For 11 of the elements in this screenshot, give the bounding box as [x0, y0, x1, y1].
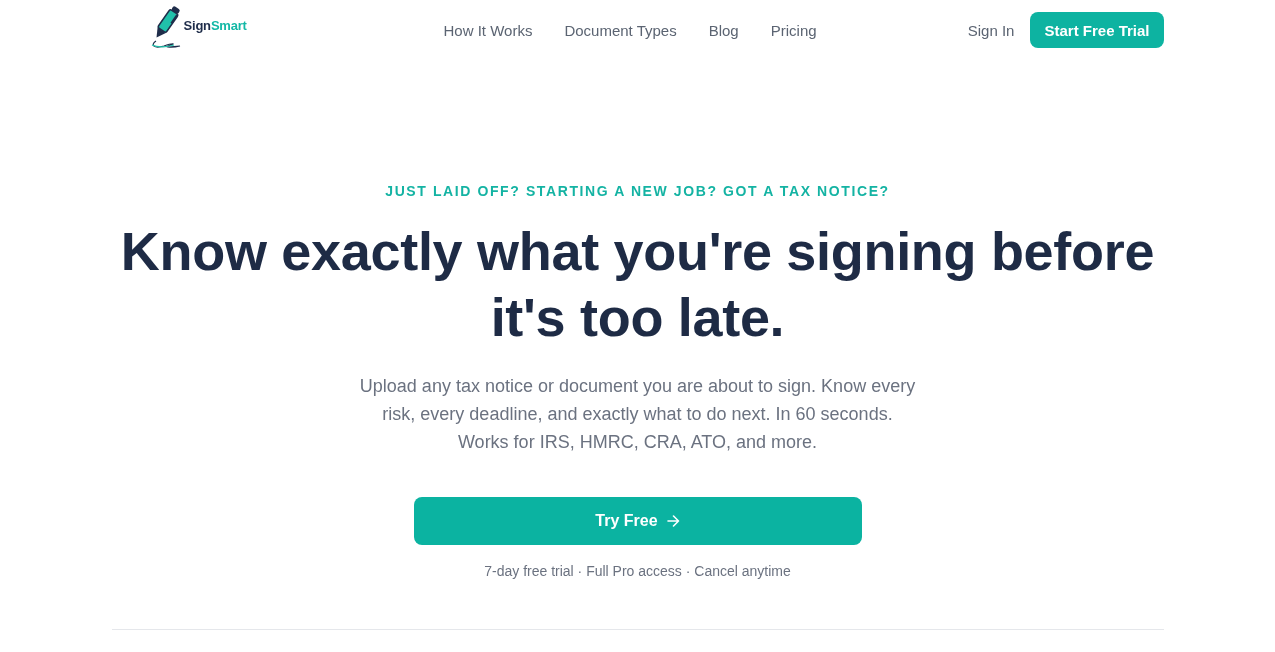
hero-description: Upload any tax notice or document you are about to sign. Know every risk, every deadline, and exactly what to do next. In 60 seconds. Works for IRS, HMRC, CRA, ATO, and more.	[358, 375, 917, 454]
nav-link[interactable]: Blog	[708, 21, 739, 39]
eyebrow-tagline: JUST LAID OFF? STARTING A NEW JOB? GOT A TAX NOTICE?	[385, 182, 890, 200]
sign-in-link[interactable]: Sign In	[967, 21, 1015, 39]
hero-heading: Know exactly what you're signing before it's too late.	[119, 220, 1156, 349]
trial-note: 7-day free trial · Full Pro access · Cancel anytime	[484, 562, 791, 580]
arrow-right-icon	[666, 515, 680, 527]
logo-wordmark[interactable]: SignSmart	[183, 17, 247, 33]
nav-link[interactable]: How It Works	[443, 21, 533, 39]
nav-link[interactable]: Pricing	[770, 21, 817, 39]
nav-link[interactable]: Document Types	[564, 21, 677, 39]
